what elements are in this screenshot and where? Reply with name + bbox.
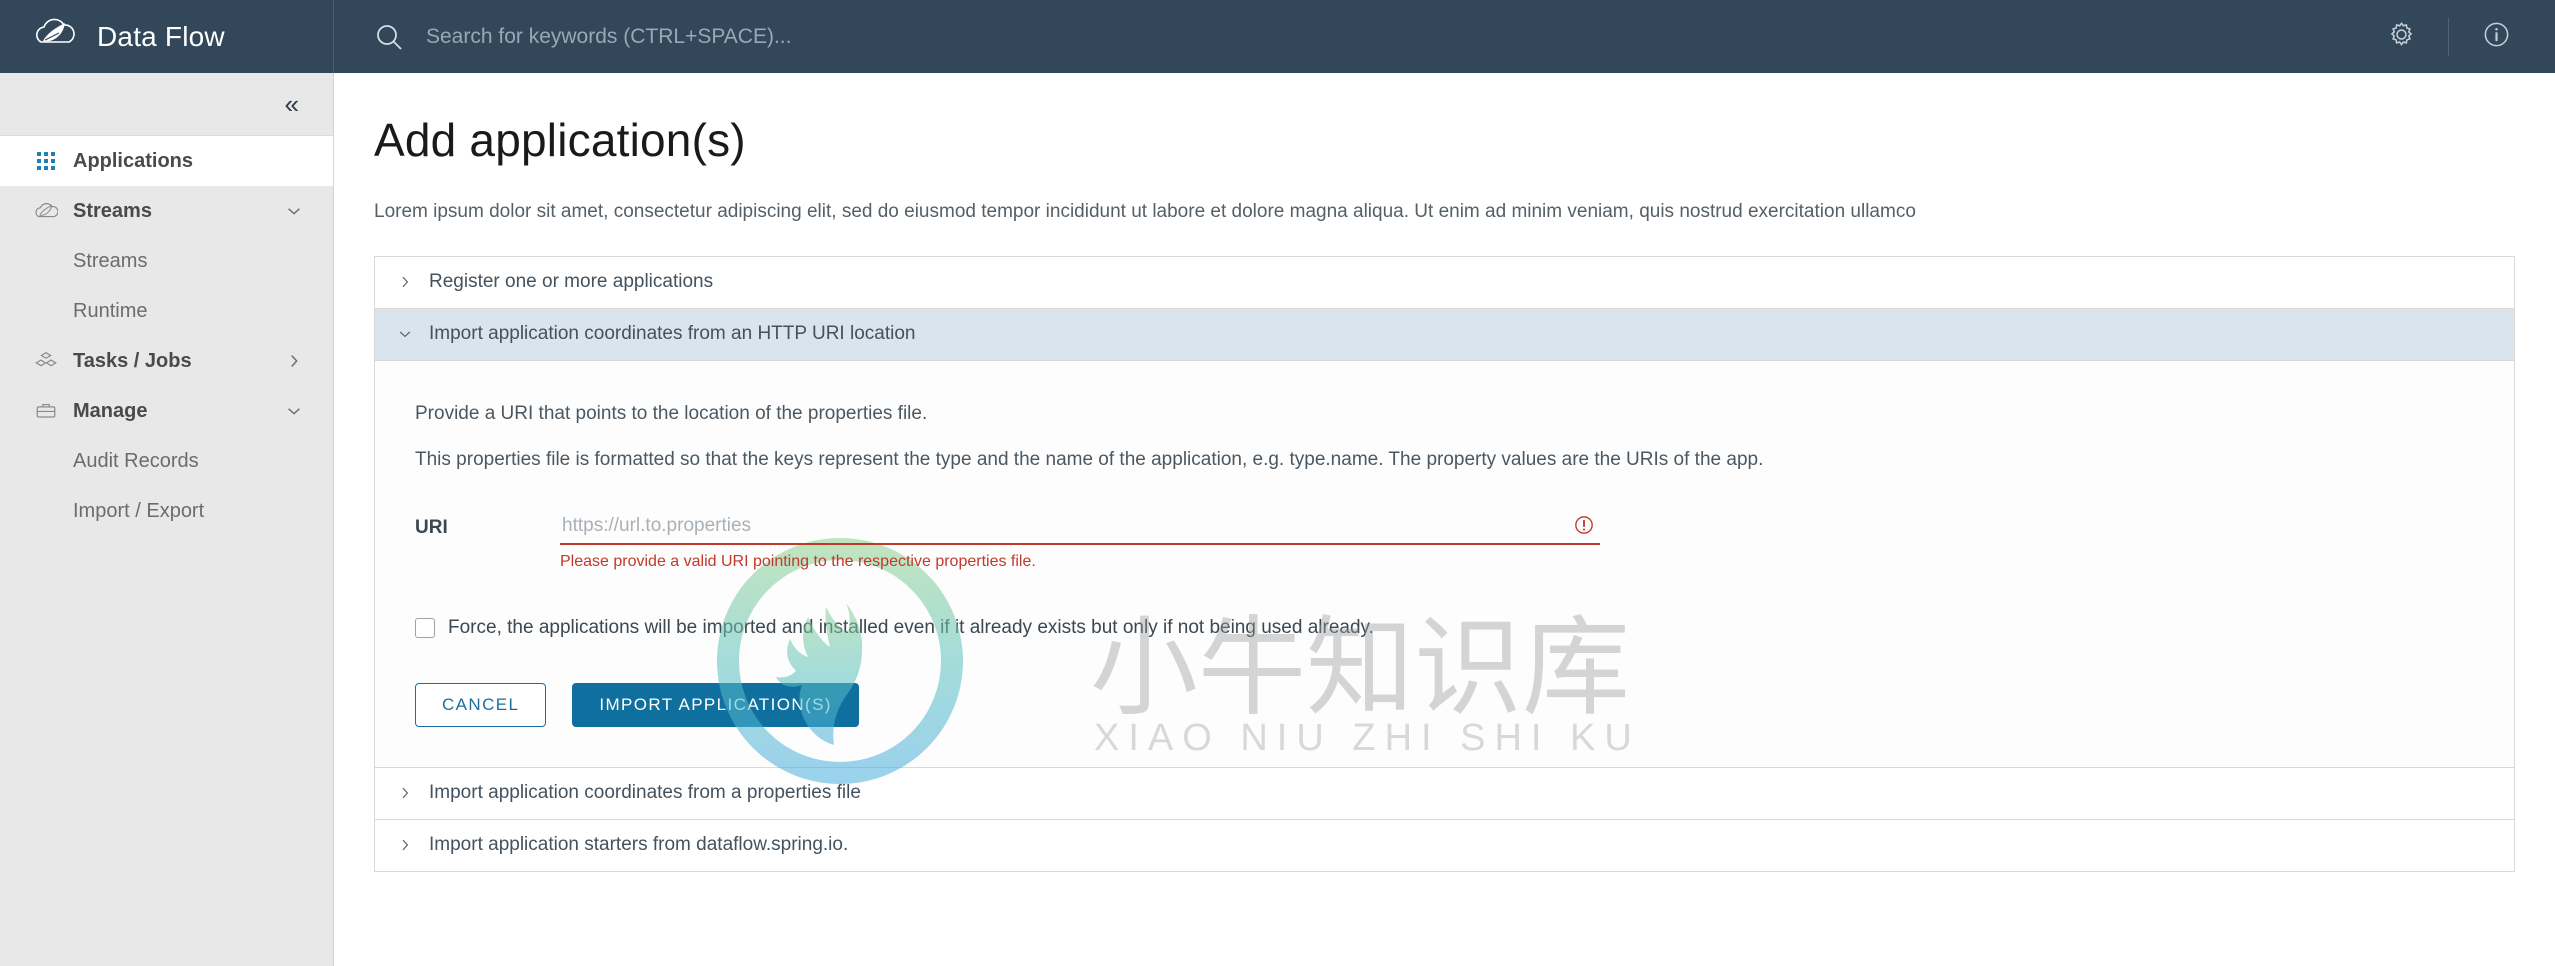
sidebar-item-streams[interactable]: Streams: [0, 186, 333, 236]
top-bar-divider: [2448, 17, 2449, 56]
chevron-down-icon[interactable]: [285, 202, 303, 220]
sidebar-item-runtime[interactable]: Runtime: [0, 286, 333, 336]
chevron-right-icon: [397, 274, 413, 290]
page-title: Add application(s): [374, 114, 746, 166]
sidebar-item-manage[interactable]: Manage: [0, 386, 333, 436]
page-description: Lorem ipsum dolor sit amet, consectetur …: [374, 201, 1916, 222]
brand[interactable]: Data Flow: [0, 0, 334, 73]
accordion-header-starters[interactable]: Import application starters from dataflo…: [375, 819, 2514, 872]
uri-input[interactable]: [560, 512, 1600, 545]
error-exclamation-circle-icon: [1574, 515, 1594, 540]
info-circle-icon: [2482, 20, 2511, 54]
cloud-icon: [33, 198, 59, 224]
grid-icon: [33, 148, 59, 174]
accordion-panel-http-uri: 小牛知识库 XIAO NIU ZHI SHI KU Provide a URI …: [375, 360, 2514, 784]
accordion-header-register[interactable]: Register one or more applications: [375, 256, 2514, 309]
sidebar-item-label: Applications: [73, 149, 194, 172]
sidebar: « Applications Streams Streams Runtime T…: [0, 73, 334, 966]
top-bar: Data Flow: [0, 0, 2555, 73]
force-checkbox-label: Force, the applications will be imported…: [448, 616, 1374, 638]
force-checkbox-row[interactable]: Force, the applications will be imported…: [415, 617, 2514, 639]
chevron-right-icon: [397, 785, 413, 801]
dataflow-cloud-logo-icon: [33, 15, 77, 59]
accordion: Register one or more applications Import…: [374, 255, 2515, 872]
chevron-right-icon[interactable]: [285, 352, 303, 370]
sidebar-item-applications[interactable]: Applications: [0, 136, 333, 186]
main-content: Add application(s) Lorem ipsum dolor sit…: [334, 73, 2555, 966]
uri-label: URI: [415, 516, 448, 538]
sidebar-item-label: Manage: [73, 399, 148, 422]
cancel-button[interactable]: CANCEL: [415, 682, 547, 727]
about-button[interactable]: [2465, 0, 2527, 73]
chevron-down-icon[interactable]: [285, 402, 303, 420]
sidebar-item-tasks-jobs[interactable]: Tasks / Jobs: [0, 336, 333, 386]
form-help-line-1: Provide a URI that points to the locatio…: [415, 402, 928, 424]
briefcase-icon: [33, 398, 59, 424]
settings-button[interactable]: [2370, 0, 2432, 73]
accordion-title: Register one or more applications: [429, 271, 714, 293]
chevron-right-icon: [397, 837, 413, 853]
brand-title: Data Flow: [97, 20, 225, 52]
accordion-header-http-uri[interactable]: Import application coordinates from an H…: [375, 308, 2514, 361]
import-applications-button[interactable]: IMPORT APPLICATION(S): [572, 682, 859, 727]
accordion-title: Import application coordinates from an H…: [429, 323, 916, 345]
search-input[interactable]: [426, 24, 1326, 49]
top-bar-actions: [2370, 0, 2555, 73]
uri-error-message: Please provide a valid URI pointing to t…: [560, 552, 1036, 570]
accordion-header-properties-file[interactable]: Import application coordinates from a pr…: [375, 767, 2514, 820]
sidebar-item-audit-records[interactable]: Audit Records: [0, 436, 333, 486]
sidebar-subitem-label: Audit Records: [73, 449, 199, 472]
gear-icon: [2387, 20, 2416, 54]
sidebar-item-streams-list[interactable]: Streams: [0, 236, 333, 286]
form-actions: CANCEL IMPORT APPLICATION(S): [415, 682, 2514, 727]
search-bar[interactable]: [334, 0, 2370, 73]
sidebar-subitem-label: Streams: [73, 249, 148, 272]
uri-form-row: URI Please provide a valid URI pointing …: [415, 512, 2514, 571]
sidebar-collapse-row: «: [0, 73, 333, 136]
sidebar-item-import-export[interactable]: Import / Export: [0, 486, 333, 536]
sidebar-subitem-label: Import / Export: [73, 499, 205, 522]
sidebar-item-label: Tasks / Jobs: [73, 349, 192, 372]
form-help-line-2: This properties file is formatted so tha…: [415, 449, 1764, 471]
tasks-icon: [33, 348, 59, 374]
uri-field-wrapper: Please provide a valid URI pointing to t…: [560, 512, 1600, 571]
sidebar-item-label: Streams: [73, 199, 152, 222]
accordion-title: Import application starters from dataflo…: [429, 834, 849, 856]
force-checkbox[interactable]: [415, 617, 435, 638]
chevron-down-icon: [397, 326, 413, 342]
accordion-title: Import application coordinates from a pr…: [429, 782, 861, 804]
sidebar-subitem-label: Runtime: [73, 299, 148, 322]
double-chevron-left-icon[interactable]: «: [285, 91, 300, 117]
search-icon: [374, 22, 404, 52]
